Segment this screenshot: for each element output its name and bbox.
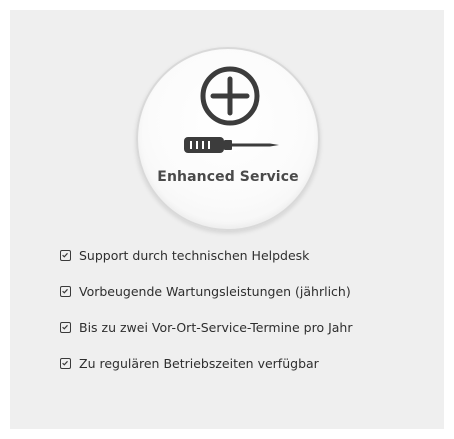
list-item: Bis zu zwei Vor-Ort-Service-Termine pro … [60, 317, 352, 337]
list-item: Zu regulären Betriebszeiten verfügbar [60, 353, 352, 373]
checkbox-icon [60, 249, 71, 261]
feature-text: Support durch technischen Helpdesk [79, 247, 310, 263]
checkbox-icon [60, 321, 71, 333]
service-card: Enhanced Service Support durch technisch… [10, 10, 444, 429]
service-badge: Enhanced Service [136, 47, 320, 231]
list-item: Vorbeugende Wartungsleistungen (jährlich… [60, 281, 352, 301]
screwdriver-icon [184, 66, 279, 153]
feature-text: Vorbeugende Wartungsleistungen (jährlich… [79, 283, 351, 299]
checkbox-icon [60, 285, 71, 297]
feature-list: Support durch technischen Helpdesk Vorbe… [60, 245, 352, 389]
checkbox-icon [60, 357, 71, 369]
feature-text: Bis zu zwei Vor-Ort-Service-Termine pro … [79, 319, 353, 335]
list-item: Support durch technischen Helpdesk [60, 245, 352, 265]
service-title: Enhanced Service [157, 169, 299, 185]
feature-text: Zu regulären Betriebszeiten verfügbar [79, 355, 319, 371]
